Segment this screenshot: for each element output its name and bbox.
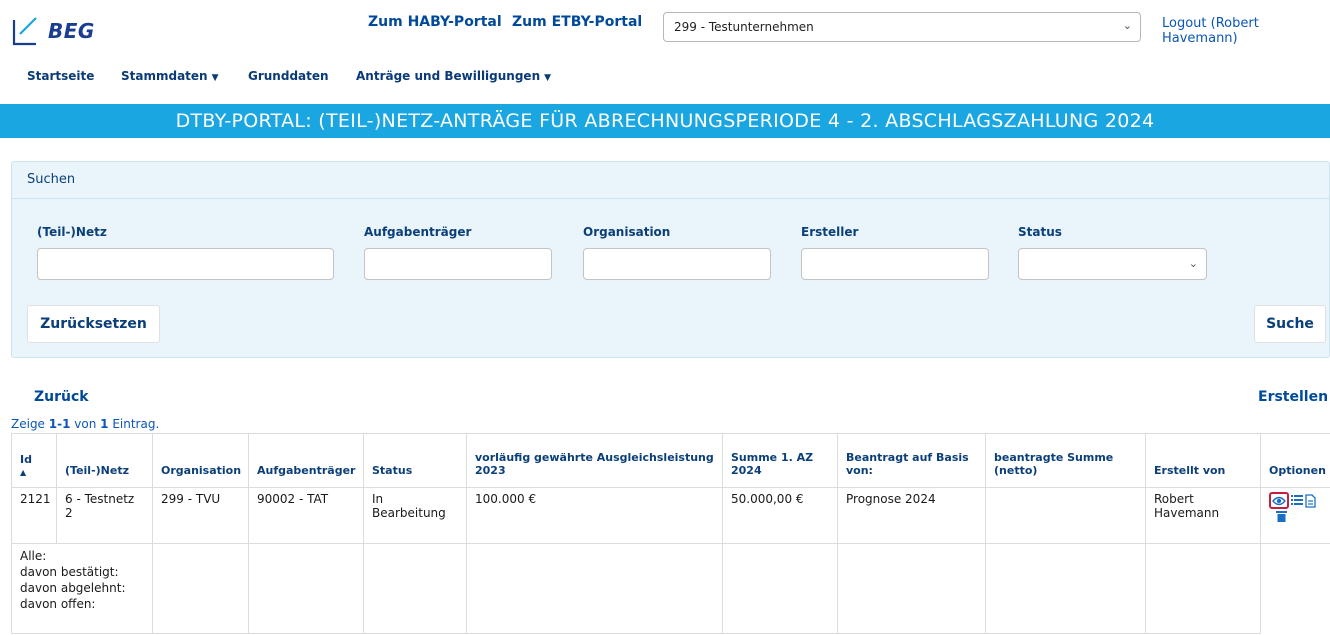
organisation-input[interactable] xyxy=(583,248,771,280)
view-button[interactable] xyxy=(1269,492,1289,509)
col-header-netz[interactable]: (Teil-)Netz xyxy=(56,433,153,488)
totals-label-offen: davon offen: xyxy=(20,597,96,611)
chevron-down-icon: ⌄ xyxy=(1188,257,1198,270)
col-header-beantragte-summe[interactable]: beantragte Summe (netto) xyxy=(985,433,1146,488)
filter-label-aufgabentraeger: Aufgabenträger xyxy=(364,225,472,239)
haby-portal-link[interactable]: Zum HABY-Portal xyxy=(368,14,502,30)
cell-basis: Prognose 2024 xyxy=(837,487,986,544)
filter-label-organisation: Organisation xyxy=(583,225,671,239)
etby-portal-link[interactable]: Zum ETBY-Portal xyxy=(512,14,642,30)
chevron-down-icon: ⌄ xyxy=(1122,19,1132,32)
ersteller-input[interactable] xyxy=(801,248,989,280)
cell-status: In Bearbeitung xyxy=(363,487,467,544)
col-header-basis[interactable]: Beantragt auf Basis von: xyxy=(837,433,986,488)
totals-label-abgelehnt: davon abgelehnt: xyxy=(20,581,126,595)
totals-label-alle: Alle: xyxy=(20,549,47,563)
page-title: DTBY-PORTAL: (TEIL-)NETZ-ANTRÄGE FÜR ABR… xyxy=(0,104,1330,138)
nav-item-startseite[interactable]: Startseite xyxy=(27,69,94,83)
col-header-erstellt-von[interactable]: Erstellt von xyxy=(1145,433,1261,488)
eye-icon xyxy=(1272,496,1286,506)
col-header-ausgleichsleistung[interactable]: vorläufig gewährte Ausgleichsleistung 20… xyxy=(466,433,723,488)
cell-id: 2121 xyxy=(11,487,57,544)
nav-item-antraege[interactable]: Anträge und Bewilligungen ▼ xyxy=(356,69,551,83)
caret-down-icon: ▼ xyxy=(211,73,219,83)
totals-cell xyxy=(152,543,249,634)
beg-logo[interactable]: BEG xyxy=(10,8,120,48)
cell-aufgabentraeger: 90002 - TAT xyxy=(248,487,364,544)
cell-erstellt-von: Robert Havemann xyxy=(1145,487,1261,544)
cell-optionen xyxy=(1260,487,1330,544)
logo-text: BEG xyxy=(48,19,95,43)
col-header-summe-az[interactable]: Summe 1. AZ 2024 xyxy=(722,433,838,488)
totals-cell xyxy=(1145,543,1261,634)
nav-item-stammdaten[interactable]: Stammdaten ▼ xyxy=(121,69,219,83)
status-select[interactable]: ⌄ xyxy=(1018,248,1207,280)
col-header-aufgabentraeger[interactable]: Aufgabenträger xyxy=(248,433,364,488)
filter-label-ersteller: Ersteller xyxy=(801,225,859,239)
antraege-table: Id ▲ (Teil-)Netz Organisation Aufgabenträ… xyxy=(11,433,1330,634)
cell-organisation: 299 - TVU xyxy=(152,487,249,544)
cell-netz: 6 - Testnetz 2 xyxy=(56,487,153,544)
totals-row: Alle: davon bestätigt: davon abgelehnt: … xyxy=(11,543,1330,634)
totals-cell xyxy=(363,543,467,634)
logout-link[interactable]: Logout (Robert Havemann) xyxy=(1162,16,1330,46)
table-row: 2121 6 - Testnetz 2 299 - TVU 90002 - TA… xyxy=(11,487,1330,544)
company-select[interactable]: 299 - Testunternehmen ⌄ xyxy=(663,12,1141,42)
col-header-id[interactable]: Id ▲ xyxy=(11,433,57,488)
trash-icon[interactable] xyxy=(1276,510,1287,522)
totals-cell xyxy=(466,543,723,634)
reset-button[interactable]: Zurücksetzen xyxy=(27,305,160,343)
totals-cell xyxy=(722,543,838,634)
sort-asc-icon[interactable]: ▲ xyxy=(20,468,48,477)
list-icon[interactable] xyxy=(1291,494,1303,507)
col-header-organisation[interactable]: Organisation xyxy=(152,433,249,488)
totals-label-bestaetigt: davon bestätigt: xyxy=(20,565,119,579)
totals-labels: Alle: davon bestätigt: davon abgelehnt: … xyxy=(11,543,153,634)
search-button[interactable]: Suche xyxy=(1254,305,1326,343)
totals-cell xyxy=(837,543,986,634)
logo-mark-icon xyxy=(12,17,37,46)
document-icon[interactable] xyxy=(1305,493,1317,508)
col-header-optionen: Optionen xyxy=(1260,433,1330,488)
cell-beantragte-summe xyxy=(985,487,1146,544)
company-select-value: 299 - Testunternehmen xyxy=(674,20,814,34)
totals-cell xyxy=(985,543,1146,634)
cell-summe-az: 50.000,00 € xyxy=(722,487,838,544)
aufgabentraeger-input[interactable] xyxy=(364,248,552,280)
filter-label-netz: (Teil-)Netz xyxy=(37,225,107,239)
nav-item-grunddaten[interactable]: Grunddaten xyxy=(248,69,329,83)
search-panel-header xyxy=(11,161,1330,199)
totals-cell xyxy=(248,543,364,634)
col-header-status[interactable]: Status xyxy=(363,433,467,488)
result-count: Zeige 1-1 von 1 Eintrag. xyxy=(11,417,160,431)
cell-ausgleichsleistung: 100.000 € xyxy=(466,487,723,544)
search-panel-title: Suchen xyxy=(27,172,76,187)
netz-input[interactable] xyxy=(37,248,334,280)
back-link[interactable]: Zurück xyxy=(34,389,89,405)
filter-label-status: Status xyxy=(1018,225,1062,239)
caret-down-icon: ▼ xyxy=(544,73,552,83)
create-link[interactable]: Erstellen xyxy=(1258,389,1328,405)
table-header-row: Id ▲ (Teil-)Netz Organisation Aufgabenträ… xyxy=(11,433,1330,488)
